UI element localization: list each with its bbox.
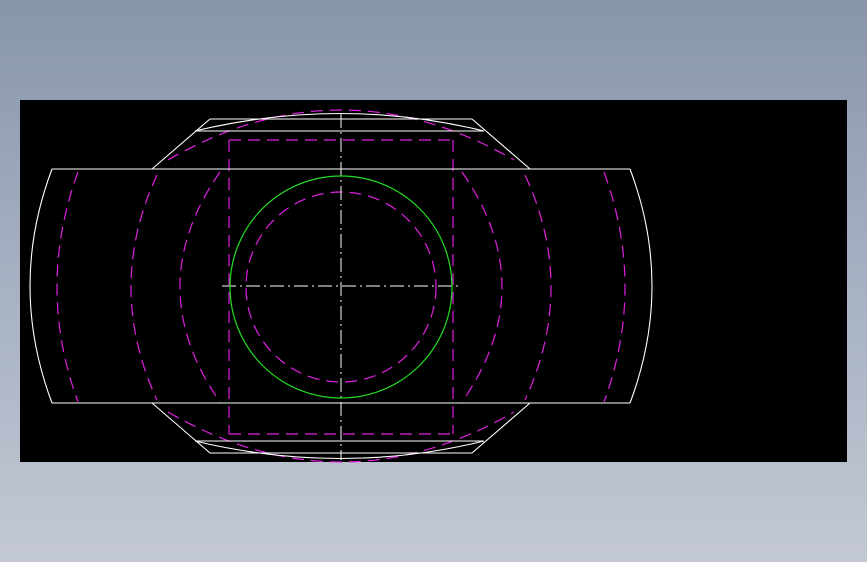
hidden-left-end-arc	[56, 171, 79, 403]
hidden-right-end-arc	[603, 171, 626, 403]
body-left-arc	[29, 168, 53, 404]
hidden-inner-right-arc	[461, 171, 503, 403]
bottom-sphere-arc	[194, 440, 485, 460]
top-cap-left-diag	[151, 118, 211, 170]
centerlines	[222, 114, 460, 460]
body-right-arc	[629, 168, 653, 404]
top-cap-right-diag	[471, 118, 531, 170]
bottom-cap-right-diag	[471, 402, 531, 454]
bottom-cap-left-diag	[151, 402, 211, 454]
hidden-sphere-right-arc	[524, 174, 552, 401]
hidden-inner-left-arc	[179, 171, 221, 403]
hidden-sphere-left-arc	[130, 174, 158, 401]
top-sphere-arc	[194, 112, 485, 132]
cad-drawing	[29, 109, 653, 463]
